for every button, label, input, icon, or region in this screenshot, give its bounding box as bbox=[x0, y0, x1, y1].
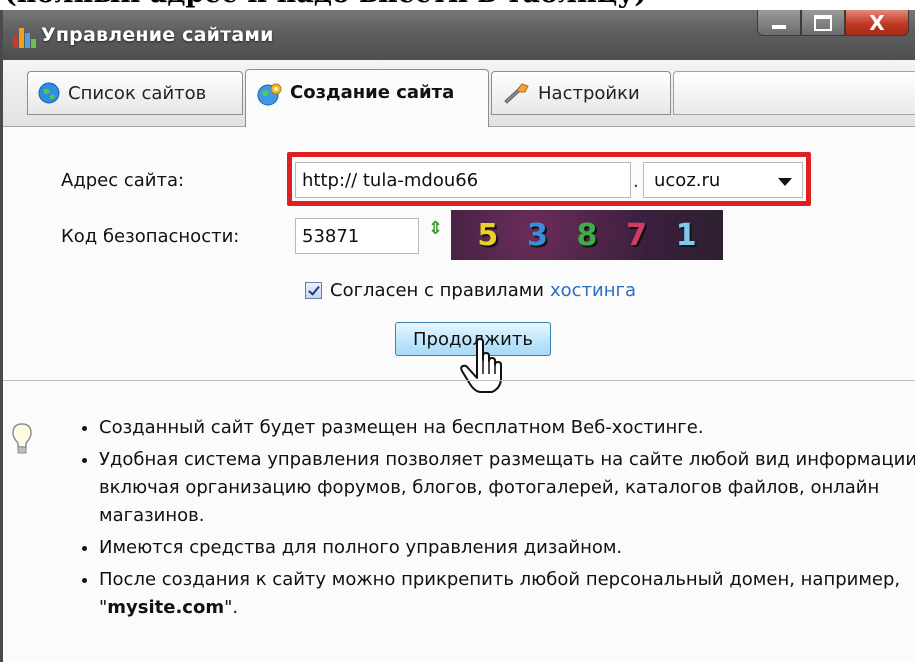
tab-label: Создание сайта bbox=[290, 82, 455, 103]
address-highlight-frame bbox=[287, 152, 811, 206]
captcha-char: 8 bbox=[576, 217, 598, 253]
captcha-image: 5 3 8 7 1 bbox=[451, 210, 723, 260]
lightbulb-icon bbox=[12, 423, 32, 454]
refresh-icon[interactable]: ⇕ bbox=[428, 218, 443, 239]
window-title: Управление сайтами bbox=[41, 24, 274, 46]
close-button[interactable]: X bbox=[845, 10, 909, 36]
tab-label: Настройки bbox=[538, 82, 640, 104]
title-bar[interactable]: Управление сайтами X bbox=[3, 10, 915, 60]
window-controls: X bbox=[757, 10, 909, 36]
wrench-icon bbox=[504, 83, 529, 104]
tab-strip-filler bbox=[673, 71, 915, 115]
close-icon: X bbox=[869, 10, 885, 35]
address-label: Адрес сайта: bbox=[61, 170, 185, 191]
captcha-char: 1 bbox=[675, 217, 697, 253]
captcha-char: 3 bbox=[526, 217, 548, 253]
globe-icon bbox=[38, 82, 60, 104]
tab-create-site[interactable]: Создание сайта bbox=[245, 69, 489, 127]
list-item: После создания к сайту можно прикрепить … bbox=[99, 566, 915, 622]
minimize-icon bbox=[772, 24, 786, 29]
list-item: Удобная система управления позволяет раз… bbox=[99, 446, 915, 530]
info-list: Созданный сайт будет размещен на бесплат… bbox=[73, 414, 915, 626]
captcha-char: 7 bbox=[626, 217, 648, 253]
hosting-rules-link[interactable]: хостинга bbox=[550, 280, 636, 301]
maximize-button[interactable] bbox=[801, 10, 845, 36]
list-item-text-end: ". bbox=[224, 597, 239, 618]
captcha-char: 5 bbox=[477, 217, 499, 253]
section-divider bbox=[3, 380, 915, 381]
list-item: Имеются средства для полного управления … bbox=[99, 534, 915, 562]
security-code-label: Код безопасности: bbox=[61, 226, 240, 247]
tab-settings[interactable]: Настройки bbox=[491, 71, 671, 115]
document-caption: (полный адрес и надо внести в таблицу) bbox=[4, 0, 647, 9]
maximize-icon bbox=[814, 14, 832, 31]
security-code-input[interactable] bbox=[295, 218, 419, 254]
agree-text: Согласен с правилами bbox=[330, 280, 544, 301]
tab-label: Список сайтов bbox=[68, 82, 207, 104]
agree-row: Согласен с правилами хостинга bbox=[305, 280, 636, 301]
globe-gear-icon bbox=[257, 83, 282, 106]
agree-checkbox[interactable] bbox=[305, 282, 322, 299]
list-item: Созданный сайт будет размещен на бесплат… bbox=[99, 414, 915, 442]
minimize-button[interactable] bbox=[757, 10, 801, 36]
example-domain: mysite.com bbox=[107, 597, 225, 618]
hand-cursor-icon bbox=[460, 338, 502, 393]
tab-bar: Список сайтов Создание сайта Настройки bbox=[3, 60, 915, 127]
site-manager-window: Управление сайтами X Список сайтов Созда… bbox=[0, 10, 915, 662]
app-icon bbox=[13, 28, 36, 48]
tab-site-list[interactable]: Список сайтов bbox=[27, 71, 243, 115]
